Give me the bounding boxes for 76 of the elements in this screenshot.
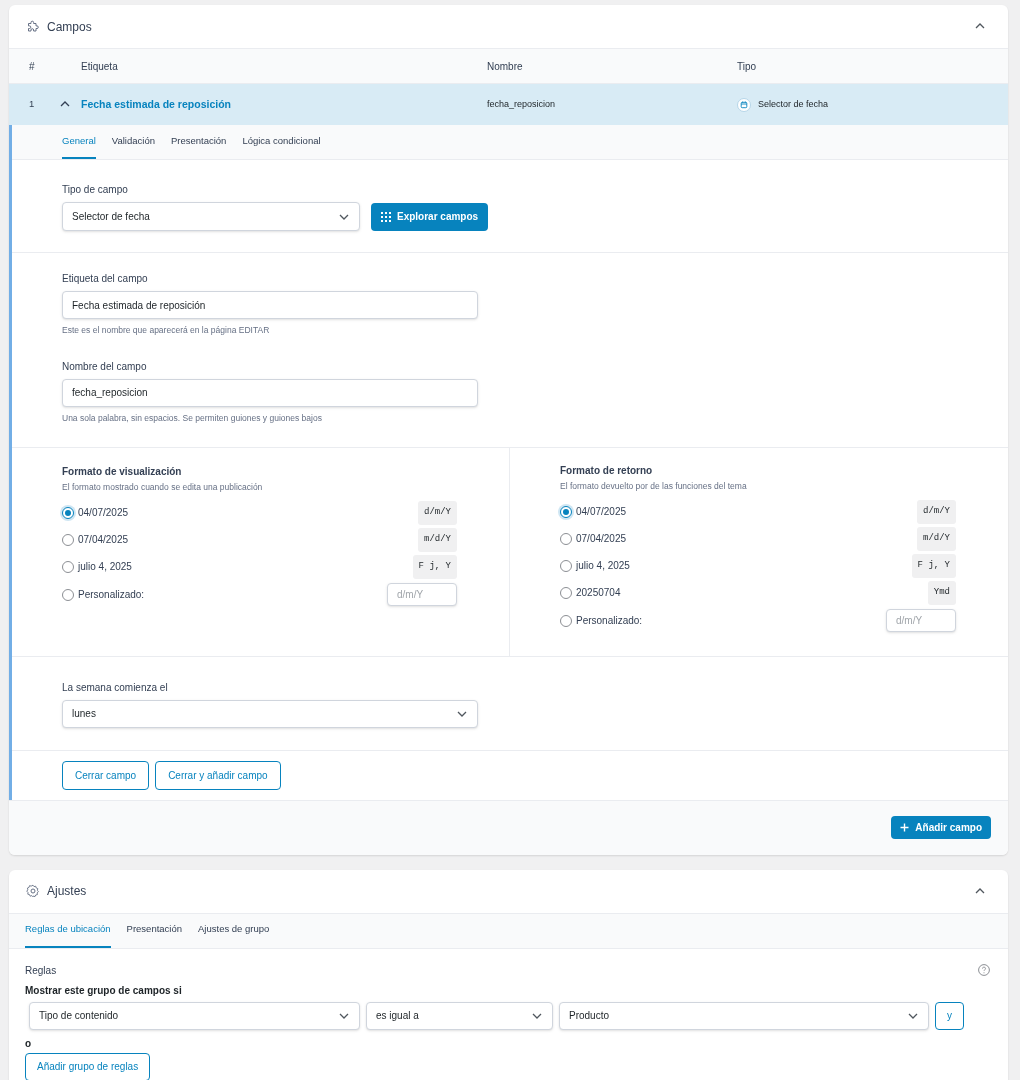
tab[interactable]: General [62,125,96,159]
field-hint: Una sola palabra, sin espacios. Se permiten guiones y guiones bajos [62,411,323,425]
option-label: 04/07/2025 [78,506,129,521]
input-field[interactable]: d/m/Y [886,609,956,633]
tab[interactable]: Presentación [126,913,182,948]
format-code: m/d/Y [917,527,956,551]
help-icon [978,964,990,976]
option-label: Personalizado: [576,614,643,629]
select-field[interactable]: Selector de fecha [62,202,360,231]
format-code: F j, Y [412,555,457,579]
select-field[interactable]: es igual a [366,1001,553,1030]
format-code: Ymd [927,581,956,605]
radio-button[interactable] [62,560,74,573]
input-field[interactable]: Fecha estimada de reposición [62,291,478,319]
section-title: Reglas [25,963,57,978]
radio-button[interactable] [62,588,74,601]
table-cell-text: 1 [29,97,36,112]
format-code: F j, Y [911,554,956,578]
tab[interactable]: Presentación [170,125,227,159]
format-code: d/m/Y [917,500,956,524]
input-field[interactable]: d/m/Y [387,583,457,607]
column-header: Nombre [487,59,524,74]
field-label: La semana comienza el [62,680,169,695]
radio-button[interactable] [560,614,572,627]
button[interactable]: Cerrar campo [62,760,150,790]
field-label: Nombre del campo [62,359,148,374]
add-field-button[interactable]: Añadir campo [891,816,991,839]
option-label: Personalizado: [78,588,145,603]
option-label: 20250704 [576,586,621,601]
tab[interactable]: Lógica condicional [242,125,321,159]
radio-button[interactable] [62,533,74,546]
radio-button[interactable] [62,506,74,519]
radio-button[interactable] [560,505,572,518]
option-label: julio 4, 2025 [576,559,630,574]
calendar-icon [737,97,751,112]
select-field[interactable]: lunes [62,699,478,728]
option-label: 07/04/2025 [78,533,129,548]
format-code: m/d/Y [418,528,457,552]
button[interactable]: Añadir grupo de reglas [25,1052,151,1080]
panel-title: Ajustes [47,883,87,900]
explore-fields-button[interactable]: Explorar campos [371,202,489,231]
option-label: julio 4, 2025 [78,560,132,575]
table-cell-text: Selector de fecha [758,97,829,111]
or-label: o [25,1036,33,1051]
section-title: Formato de retorno [560,463,654,478]
select-field[interactable]: Tipo de contenido [29,1001,360,1030]
radio-button[interactable] [560,532,572,545]
radio-button[interactable] [560,586,572,599]
radio-button[interactable] [560,559,572,572]
column-header: Tipo [737,59,758,74]
table-row[interactable]: 1 Fecha estimada de reposición fecha_reposicion Selector de fecha [9,84,1008,125]
section-description: El formato mostrado cuando se edita una publicación [62,480,264,494]
tab[interactable]: Reglas de ubicación [25,913,111,948]
section-description: El formato devuelto por de las funciones del tema [560,479,748,493]
column-header: Etiqueta [80,59,119,74]
rule-heading: Mostrar este grupo de campos si [25,983,183,998]
button[interactable]: Cerrar y añadir campo [155,760,281,790]
table-cell-text: fecha_reposicion [487,97,557,111]
select-field[interactable]: Producto [559,1001,929,1030]
field-label: Tipo de campo [62,183,129,197]
section-title: Formato de visualización [62,464,183,479]
panel-title: Campos [47,18,92,36]
option-label: 04/07/2025 [576,505,627,520]
tab[interactable]: Validación [111,125,155,159]
field-hint: Este es el nombre que aparecerá en la página EDITAR [62,324,271,337]
puzzle-icon [26,19,40,34]
input-field[interactable]: fecha_reposicion [62,378,478,407]
option-label: 07/04/2025 [576,532,627,547]
format-code: d/m/Y [418,501,457,525]
tab[interactable]: Ajustes de grupo [198,913,270,948]
column-header: # [29,59,36,74]
grid-icon [381,211,391,222]
button[interactable]: y [935,1001,964,1030]
gear-icon [26,884,40,898]
field-label: Etiqueta del campo [62,272,149,286]
plus-icon [900,823,910,832]
